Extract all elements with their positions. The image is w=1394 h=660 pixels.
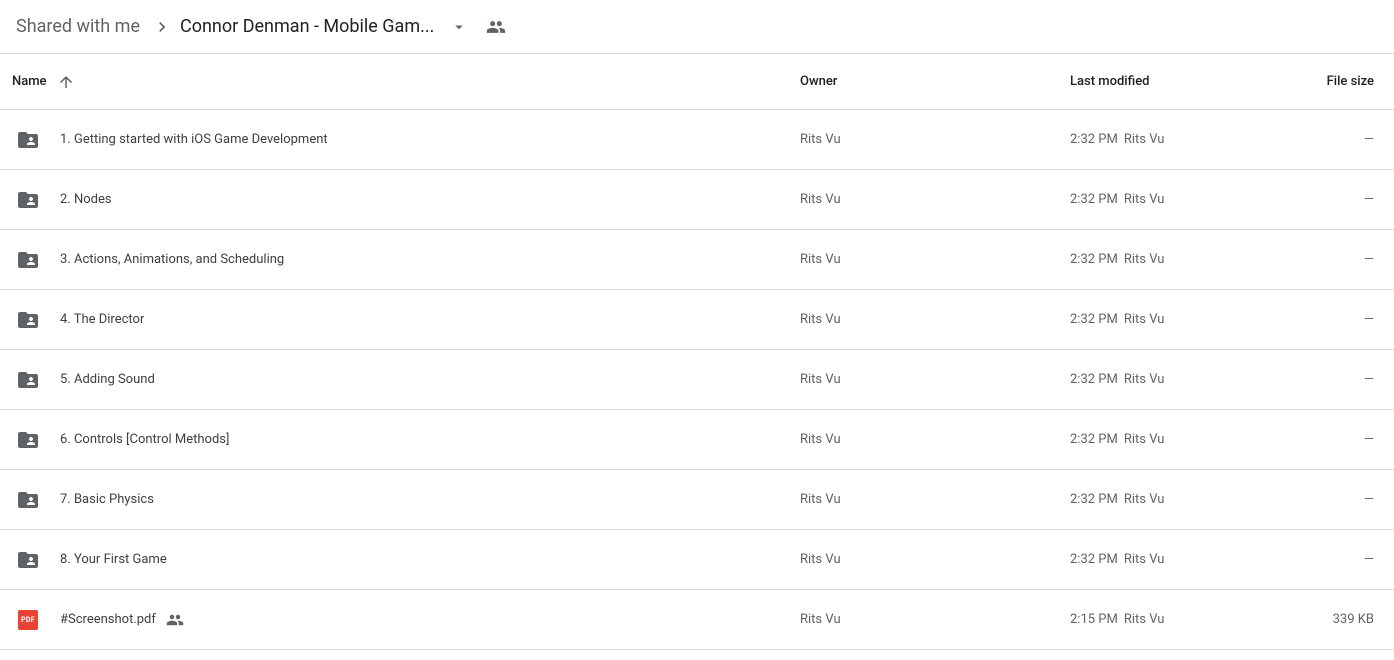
column-header-name-label: Name [12,74,47,89]
file-name: 1. Getting started with iOS Game Develop… [60,132,328,147]
modified-by: Rits Vu [1124,492,1165,507]
modified-time: 2:32 PM [1070,372,1118,387]
modified-by: Rits Vu [1124,372,1165,387]
modified-by: Rits Vu [1124,312,1165,327]
table-header: Name Owner Last modified File size [0,54,1394,110]
cell-modified: 2:32 PM Rits Vu [1070,192,1316,207]
file-name: 3. Actions, Animations, and Scheduling [60,252,284,267]
cell-name: 8. Your First Game [12,548,800,572]
sort-ascending-icon [57,73,75,91]
shared-icon [166,611,184,629]
people-icon[interactable] [486,17,506,37]
cell-modified: 2:32 PM Rits Vu [1070,132,1316,147]
breadcrumb: Shared with me Connor Denman - Mobile Ga… [0,0,1394,54]
modified-time: 2:32 PM [1070,192,1118,207]
cell-name: 1. Getting started with iOS Game Develop… [12,128,800,152]
cell-name: 6. Controls [Control Methods] [12,428,800,452]
shared-folder-icon [16,188,40,212]
table-row[interactable]: 7. Basic PhysicsRits Vu2:32 PMRits Vu— [0,470,1394,530]
modified-time: 2:32 PM [1070,492,1118,507]
cell-name: 3. Actions, Animations, and Scheduling [12,248,800,272]
file-name: 2. Nodes [60,192,112,207]
shared-folder-icon [16,548,40,572]
cell-size: — [1316,192,1378,207]
shared-folder-icon [16,368,40,392]
shared-folder-icon [16,308,40,332]
table-row[interactable]: 4. The DirectorRits Vu2:32 PMRits Vu— [0,290,1394,350]
cell-owner: Rits Vu [800,252,1070,267]
cell-size: — [1316,132,1378,147]
cell-owner: Rits Vu [800,132,1070,147]
modified-time: 2:32 PM [1070,312,1118,327]
shared-folder-icon [16,128,40,152]
modified-by: Rits Vu [1124,252,1165,267]
modified-time: 2:32 PM [1070,132,1118,147]
modified-by: Rits Vu [1124,612,1165,627]
cell-modified: 2:32 PM Rits Vu [1070,312,1316,327]
file-name: 8. Your First Game [60,552,167,567]
cell-size: — [1316,252,1378,267]
cell-name: 5. Adding Sound [12,368,800,392]
column-header-name[interactable]: Name [12,73,800,91]
modified-time: 2:32 PM [1070,252,1118,267]
table-row[interactable]: 5. Adding SoundRits Vu2:32 PMRits Vu— [0,350,1394,410]
cell-size: — [1316,492,1378,507]
chevron-right-icon [152,17,172,37]
modified-time: 2:32 PM [1070,552,1118,567]
cell-size: 339 KB [1316,612,1378,627]
cell-name: 2. Nodes [12,188,800,212]
modified-by: Rits Vu [1124,192,1165,207]
cell-owner: Rits Vu [800,312,1070,327]
table-row[interactable]: 8. Your First GameRits Vu2:32 PMRits Vu— [0,530,1394,590]
cell-owner: Rits Vu [800,372,1070,387]
column-header-size[interactable]: File size [1316,74,1378,89]
pdf-icon: PDF [16,608,40,632]
shared-folder-icon [16,248,40,272]
cell-size: — [1316,372,1378,387]
file-name: 6. Controls [Control Methods] [60,432,229,447]
cell-name: 4. The Director [12,308,800,332]
breadcrumb-root[interactable]: Shared with me [16,16,146,37]
cell-owner: Rits Vu [800,492,1070,507]
cell-modified: 2:32 PM Rits Vu [1070,492,1316,507]
shared-folder-icon [16,488,40,512]
cell-name: PDF #Screenshot.pdf [12,608,800,632]
file-name: #Screenshot.pdf [60,612,156,627]
cell-name: 7. Basic Physics [12,488,800,512]
modified-time: 2:32 PM [1070,432,1118,447]
column-header-owner[interactable]: Owner [800,74,1070,89]
file-name: 4. The Director [60,312,144,327]
shared-folder-icon [16,428,40,452]
column-header-modified[interactable]: Last modified [1070,74,1316,89]
cell-modified: 2:32 PM Rits Vu [1070,372,1316,387]
table-row[interactable]: 2. NodesRits Vu2:32 PMRits Vu— [0,170,1394,230]
file-list: 1. Getting started with iOS Game Develop… [0,110,1394,650]
cell-size: — [1316,312,1378,327]
caret-down-icon[interactable] [450,18,468,36]
table-row[interactable]: 6. Controls [Control Methods]Rits Vu2:32… [0,410,1394,470]
cell-modified: 2:15 PM Rits Vu [1070,612,1316,627]
cell-owner: Rits Vu [800,612,1070,627]
modified-by: Rits Vu [1124,552,1165,567]
file-name: 5. Adding Sound [60,372,155,387]
cell-modified: 2:32 PM Rits Vu [1070,552,1316,567]
cell-owner: Rits Vu [800,552,1070,567]
cell-owner: Rits Vu [800,192,1070,207]
modified-by: Rits Vu [1124,432,1165,447]
cell-size: — [1316,432,1378,447]
table-row[interactable]: PDF#Screenshot.pdfRits Vu2:15 PMRits Vu3… [0,590,1394,650]
modified-time: 2:15 PM [1070,612,1118,627]
cell-size: — [1316,552,1378,567]
table-row[interactable]: 1. Getting started with iOS Game Develop… [0,110,1394,170]
modified-by: Rits Vu [1124,132,1165,147]
breadcrumb-current[interactable]: Connor Denman - Mobile Gam... [178,16,436,37]
cell-owner: Rits Vu [800,432,1070,447]
cell-modified: 2:32 PM Rits Vu [1070,432,1316,447]
file-name: 7. Basic Physics [60,492,154,507]
table-row[interactable]: 3. Actions, Animations, and Scheduling Ri… [0,230,1394,290]
cell-modified: 2:32 PM Rits Vu [1070,252,1316,267]
